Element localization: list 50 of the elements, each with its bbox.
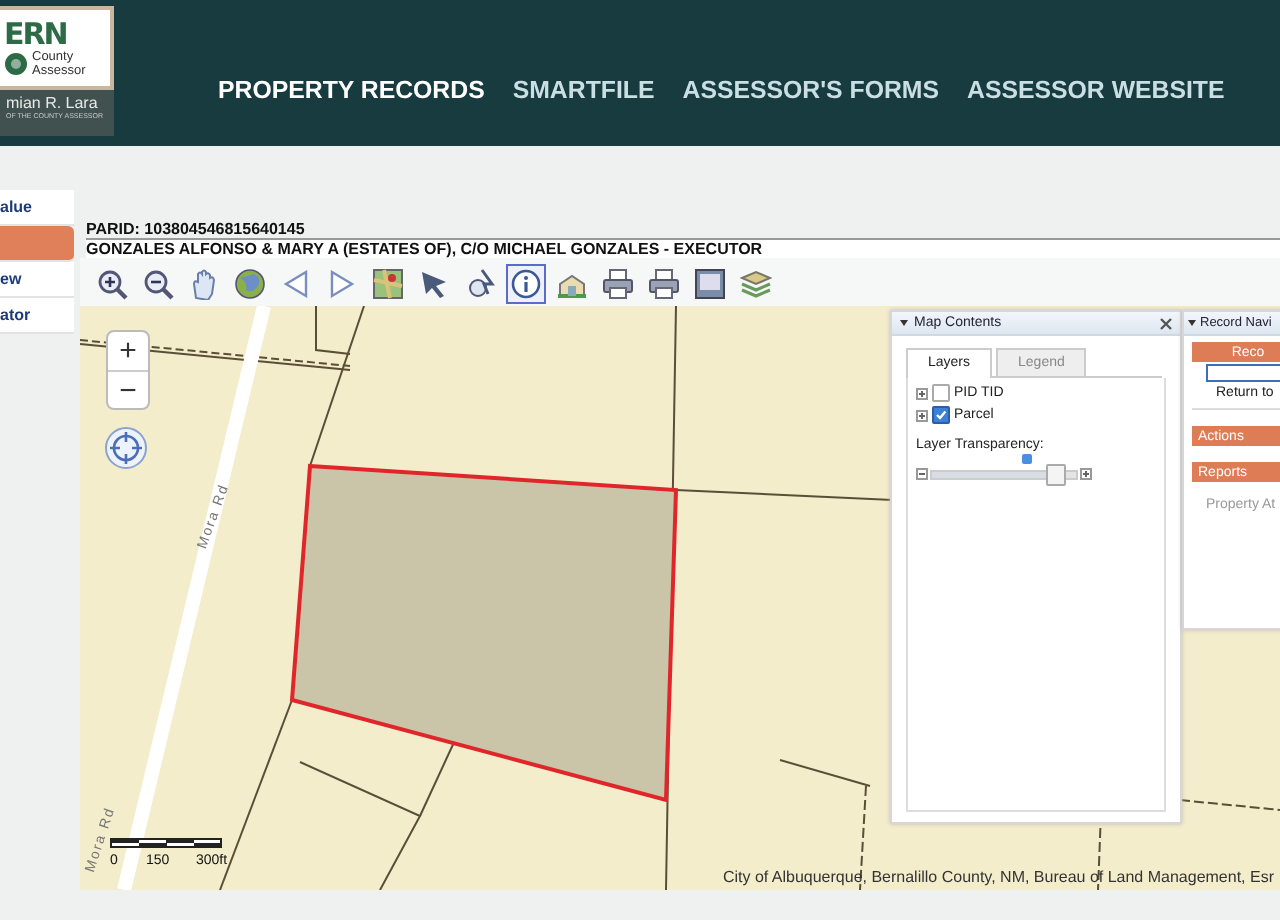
document-button[interactable]: [690, 264, 730, 304]
info-icon: [510, 268, 542, 300]
value-marker-icon: [1021, 453, 1032, 463]
assessor-name: mian R. Lara: [6, 94, 100, 112]
slider-thumb[interactable]: [1046, 463, 1067, 485]
nav-link[interactable]: ASSESSOR WEBSITE: [967, 76, 1225, 104]
zoom-in-icon: [96, 268, 128, 300]
expand-icon[interactable]: [916, 409, 928, 421]
nav-link[interactable]: SMARTFILE: [512, 76, 655, 104]
sidebar-item[interactable]: ator: [0, 298, 74, 334]
logo-wordmark: ERN: [4, 19, 69, 49]
arrow-cursor-icon: [418, 268, 450, 300]
document-icon: [694, 268, 726, 300]
seal-icon: [4, 51, 28, 75]
record-input-field[interactable]: [1206, 364, 1280, 382]
minus-icon[interactable]: [916, 468, 928, 480]
zoom-out-icon: [142, 268, 174, 300]
map-attribution: City of Albuquerque, Bernalillo County, NM, Bureau of Land Management, Esr: [722, 868, 1274, 886]
printer-icon: [602, 268, 634, 300]
zoom-in-button[interactable]: +: [108, 332, 148, 370]
owner-name: GONZALES ALFONSO & MARY A (ESTATES OF), C/O MICHAEL GONZALES - EXECUTOR: [86, 238, 1280, 258]
collapse-icon[interactable]: [1188, 320, 1196, 326]
parcel-id: PARID: 103804546815640145: [86, 220, 307, 238]
checkmark-icon: [934, 408, 948, 422]
layer-checkbox[interactable]: [932, 406, 950, 424]
close-icon[interactable]: [1160, 317, 1172, 329]
globe-button[interactable]: [230, 264, 270, 304]
nav-link[interactable]: ASSESSOR'S FORMS: [682, 76, 940, 104]
info-button[interactable]: [506, 264, 546, 304]
layers-icon: [740, 268, 772, 300]
printer-button[interactable]: [644, 264, 684, 304]
left-triangle-icon: [280, 268, 312, 300]
printer-icon: [648, 268, 680, 300]
sidebar-item[interactable]: alue: [0, 190, 74, 226]
map-icon: [372, 268, 404, 300]
pointer-icon: [464, 268, 496, 300]
sidebar-item[interactable]: ew: [0, 262, 74, 298]
globe-icon: [234, 268, 266, 300]
printer-button[interactable]: [598, 264, 638, 304]
map-button[interactable]: [368, 264, 408, 304]
crosshair-icon[interactable]: [104, 426, 148, 470]
collapse-icon[interactable]: [900, 320, 908, 326]
expand-icon[interactable]: [916, 387, 928, 399]
right-triangle-icon: [326, 268, 358, 300]
plus-icon[interactable]: [1080, 468, 1092, 480]
layer-checkbox[interactable]: [932, 384, 950, 402]
zoom-out-button[interactable]: −: [108, 370, 148, 408]
scale-bar-icon: [110, 838, 222, 848]
hand-icon: [188, 268, 220, 300]
nav-link[interactable]: PROPERTY RECORDS: [218, 76, 485, 104]
